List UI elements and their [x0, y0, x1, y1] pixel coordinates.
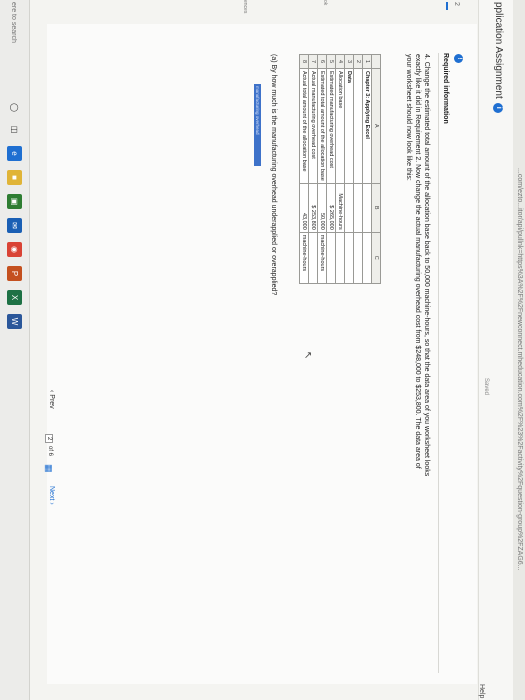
help-link[interactable]: Help: [478, 684, 485, 698]
cell-b: [353, 183, 363, 233]
row-number: 7: [308, 54, 318, 69]
next-button[interactable]: Next ›: [48, 486, 55, 505]
page-count: of 6: [47, 446, 53, 457]
side-label-1: ok: [322, 0, 328, 6]
row-number: 8: [299, 54, 309, 69]
cell-c: [344, 232, 354, 284]
app-header: pplication Assignment i Saved Help: [478, 0, 513, 700]
cell-a: Estimated total amount of the allocation…: [317, 68, 327, 184]
corner-cell: [371, 54, 381, 69]
cell-c: [353, 232, 363, 284]
excel-icon[interactable]: X: [7, 290, 22, 305]
next-label: Next: [48, 486, 55, 501]
required-info-icon: !: [454, 54, 463, 63]
column-header-row: A B C: [371, 54, 381, 284]
question-number[interactable]: 2: [453, 2, 460, 6]
instruction-text: 4. Change the estimated total amount of …: [405, 54, 430, 477]
grid-icon[interactable]: ▦: [43, 464, 54, 473]
divider: [438, 53, 439, 673]
question-panel: ! Required information 4. Change the est…: [44, 24, 477, 684]
current-page[interactable]: 2: [45, 434, 53, 444]
row-number: 3: [344, 54, 354, 69]
cell-b: 43,000: [299, 183, 309, 233]
table-row: 4 Allocation base Machine-hours: [335, 54, 345, 284]
cell-a: Actual manufacturing overhead cost: [308, 68, 318, 184]
prev-label: Prev: [48, 394, 55, 409]
assignment-title: pplication Assignment i: [493, 2, 504, 113]
address-bar[interactable]: ...com/ezto...itor/api/pullnk=https%3A%2…: [512, 0, 525, 700]
table-row: 3 Data: [344, 54, 354, 284]
row-number: 6: [317, 54, 327, 69]
table-row: 8 Actual total amount of the allocation …: [299, 54, 309, 284]
column-header: B: [371, 183, 381, 233]
cell-c: [326, 232, 336, 284]
edge-icon[interactable]: e: [7, 146, 22, 161]
row-number: 5: [326, 54, 336, 69]
app-window: ...com/ezto...itor/api/pullnk=https%3A%2…: [0, 0, 525, 700]
cell-c: machine-hours: [299, 232, 309, 284]
spreadsheet-table: A B C 1 Chapter 3: Applying Excel 2 3 Da…: [299, 54, 381, 284]
cell-a: Actual total amount of the allocation ba…: [299, 68, 309, 184]
cell-a: Data: [344, 68, 354, 184]
table-row: 6 Estimated total amount of the allocati…: [317, 54, 327, 284]
cell-a: Chapter 3: Applying Excel: [362, 68, 372, 184]
cell-a: Allocation base: [335, 68, 345, 184]
pagination: ‹ Prev 2 of 6 ▦ Next ›: [41, 390, 61, 590]
store-icon[interactable]: ▣: [7, 194, 22, 209]
cell-a: [353, 68, 363, 184]
cell-c: machine-hours: [317, 232, 327, 284]
cell-b: [362, 183, 372, 233]
cell-b: Machine-hours: [335, 183, 345, 233]
cell-b: $ 253,800: [308, 183, 318, 233]
windows-icon[interactable]: ◯: [7, 100, 22, 115]
question-nav: 2 ok ences: [38, 0, 478, 22]
row-number: 2: [353, 54, 363, 69]
task-view-icon[interactable]: ◫: [7, 122, 22, 137]
saved-status: Saved: [483, 378, 489, 396]
cell-b: 50,000: [317, 183, 327, 233]
question-text: (a) By how much is the manufacturing ove…: [270, 54, 277, 296]
info-icon[interactable]: i: [493, 102, 503, 113]
mouse-cursor-icon: ↖: [302, 351, 313, 360]
url-text: ...com/ezto...itor/api/pullnk=https%3A%2…: [516, 168, 523, 571]
cell-b: [344, 183, 354, 233]
side-label-2: ences: [242, 0, 248, 14]
cell-a: Estimated manufacturing overhead cost: [326, 68, 336, 184]
prev-button[interactable]: ‹ Prev: [48, 390, 55, 409]
powerpoint-icon[interactable]: P: [7, 266, 22, 281]
cell-c: [362, 232, 372, 284]
word-icon[interactable]: W: [7, 314, 22, 329]
required-info-title: Required information: [442, 53, 449, 124]
mail-icon[interactable]: ✉: [7, 218, 22, 233]
row-number: 4: [335, 54, 345, 69]
row-number: 1: [362, 54, 372, 69]
table-row: 1 Chapter 3: Applying Excel: [362, 54, 372, 284]
cell-c: [335, 232, 345, 284]
chrome-icon[interactable]: ◉: [7, 242, 22, 257]
answer-input[interactable]: manufacturing overhead: [254, 84, 261, 166]
cell-c: [308, 232, 318, 284]
column-header: C: [371, 232, 381, 284]
file-explorer-icon[interactable]: ■: [7, 170, 22, 185]
taskbar: ◯ ◫ e ■ ▣ ✉ ◉ P X W: [0, 0, 30, 700]
table-row: 5 Estimated manufacturing overhead cost …: [326, 54, 336, 284]
table-row: 7 Actual manufacturing overhead cost $ 2…: [308, 54, 318, 284]
question-indicator: [446, 2, 448, 10]
column-header: A: [371, 68, 381, 184]
cell-b: $ 265,000: [326, 183, 336, 233]
table-row: 2: [353, 54, 363, 284]
taskbar-search-input[interactable]: [7, 0, 21, 94]
assignment-title-text: pplication Assignment: [493, 2, 504, 99]
